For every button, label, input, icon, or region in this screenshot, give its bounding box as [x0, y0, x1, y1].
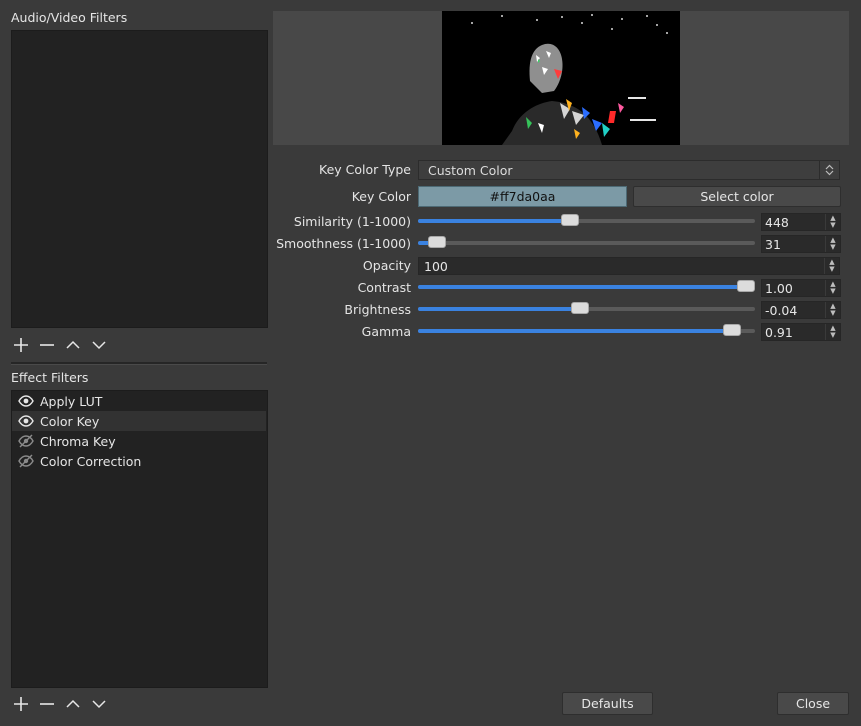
similarity-label: Similarity (1-1000): [293, 214, 411, 229]
key-color-swatch[interactable]: #ff7da0aa: [418, 186, 627, 207]
slider-handle[interactable]: [571, 302, 589, 314]
key-color-label: Key Color: [351, 189, 411, 204]
slider-fill: [418, 307, 580, 311]
slider-fill: [418, 285, 746, 289]
smoothness-label: Smoothness (1-1000): [276, 236, 411, 251]
gamma-slider[interactable]: [418, 324, 755, 336]
slider-fill: [418, 219, 570, 223]
eye-icon[interactable]: [18, 413, 34, 429]
minus-icon: [40, 344, 54, 346]
contrast-spinbox[interactable]: 1.00 ▲ ▼: [761, 279, 841, 297]
effect-filter-label: Color Correction: [40, 453, 142, 469]
spin-arrows-icon[interactable]: ▲ ▼: [825, 214, 840, 230]
av-filters-list[interactable]: [11, 30, 268, 328]
contrast-label: Contrast: [357, 280, 411, 295]
close-button[interactable]: Close: [777, 692, 849, 715]
effect-filter-label: Chroma Key: [40, 433, 116, 449]
slider-handle[interactable]: [428, 236, 446, 248]
eye-hidden-icon[interactable]: [18, 453, 34, 469]
brightness-slider[interactable]: [418, 302, 755, 314]
similarity-value: 448: [765, 214, 789, 230]
eye-icon[interactable]: [18, 393, 34, 409]
effect-filter-color-correction[interactable]: Color Correction: [12, 451, 266, 471]
key-color-type-label: Key Color Type: [319, 162, 411, 177]
gamma-value: 0.91: [765, 324, 793, 340]
select-color-button[interactable]: Select color: [633, 186, 841, 207]
chevron-up-icon: [66, 340, 80, 349]
preview-video: [442, 11, 680, 145]
smoothness-value: 31: [765, 236, 781, 252]
chevron-up-icon: [66, 699, 80, 708]
spin-arrows-icon[interactable]: ▲ ▼: [824, 258, 839, 274]
contrast-slider[interactable]: [418, 280, 755, 292]
effect-filter-label: Color Key: [40, 413, 100, 429]
add-effect-filter-button[interactable]: [12, 695, 30, 713]
key-color-type-value: Custom Color: [428, 162, 513, 178]
opacity-spinbox[interactable]: 100 ▲ ▼: [418, 257, 840, 275]
smoothness-spinbox[interactable]: 31 ▲ ▼: [761, 235, 841, 253]
remove-av-filter-button[interactable]: [38, 336, 56, 354]
minus-icon: [40, 703, 54, 705]
slider-handle[interactable]: [723, 324, 741, 336]
key-color-type-combo[interactable]: Custom Color: [418, 160, 840, 180]
move-av-filter-down-button[interactable]: [90, 336, 108, 354]
slider-fill: [418, 329, 732, 333]
brightness-value: -0.04: [765, 302, 798, 318]
chevron-down-icon: [92, 700, 106, 709]
move-av-filter-up-button[interactable]: [64, 336, 82, 354]
similarity-slider[interactable]: [418, 214, 755, 226]
move-effect-filter-up-button[interactable]: [64, 695, 82, 713]
effect-filter-chroma-key[interactable]: Chroma Key: [12, 431, 266, 451]
av-filters-label: Audio/Video Filters: [11, 10, 128, 25]
gamma-label: Gamma: [361, 324, 411, 339]
plus-icon: [14, 338, 28, 352]
effect-filter-label: Apply LUT: [40, 393, 103, 409]
slider-handle[interactable]: [561, 214, 579, 226]
chevron-down-icon: [92, 341, 106, 350]
brightness-label: Brightness: [344, 302, 411, 317]
eye-hidden-icon[interactable]: [18, 433, 34, 449]
add-av-filter-button[interactable]: [12, 336, 30, 354]
opacity-label: Opacity: [362, 258, 411, 273]
plus-icon: [14, 697, 28, 711]
spin-arrows-icon[interactable]: ▲ ▼: [825, 280, 840, 296]
similarity-spinbox[interactable]: 448 ▲ ▼: [761, 213, 841, 231]
effect-filters-label: Effect Filters: [11, 370, 89, 385]
gamma-spinbox[interactable]: 0.91 ▲ ▼: [761, 323, 841, 341]
smoothness-slider[interactable]: [418, 236, 755, 248]
opacity-value: 100: [424, 258, 448, 274]
effect-filter-color-key[interactable]: Color Key: [12, 411, 266, 431]
updown-arrows-icon: [819, 161, 839, 179]
contrast-value: 1.00: [765, 280, 793, 296]
spin-arrows-icon[interactable]: ▲ ▼: [825, 324, 840, 340]
keyed-video-frame: [442, 11, 680, 145]
defaults-button[interactable]: Defaults: [562, 692, 653, 715]
remove-effect-filter-button[interactable]: [38, 695, 56, 713]
brightness-spinbox[interactable]: -0.04 ▲ ▼: [761, 301, 841, 319]
spin-arrows-icon[interactable]: ▲ ▼: [825, 302, 840, 318]
move-effect-filter-down-button[interactable]: [90, 695, 108, 713]
effect-filter-apply-lut[interactable]: Apply LUT: [12, 391, 266, 411]
panel-divider[interactable]: [11, 362, 267, 365]
slider-handle[interactable]: [737, 280, 755, 292]
spin-arrows-icon[interactable]: ▲ ▼: [825, 236, 840, 252]
